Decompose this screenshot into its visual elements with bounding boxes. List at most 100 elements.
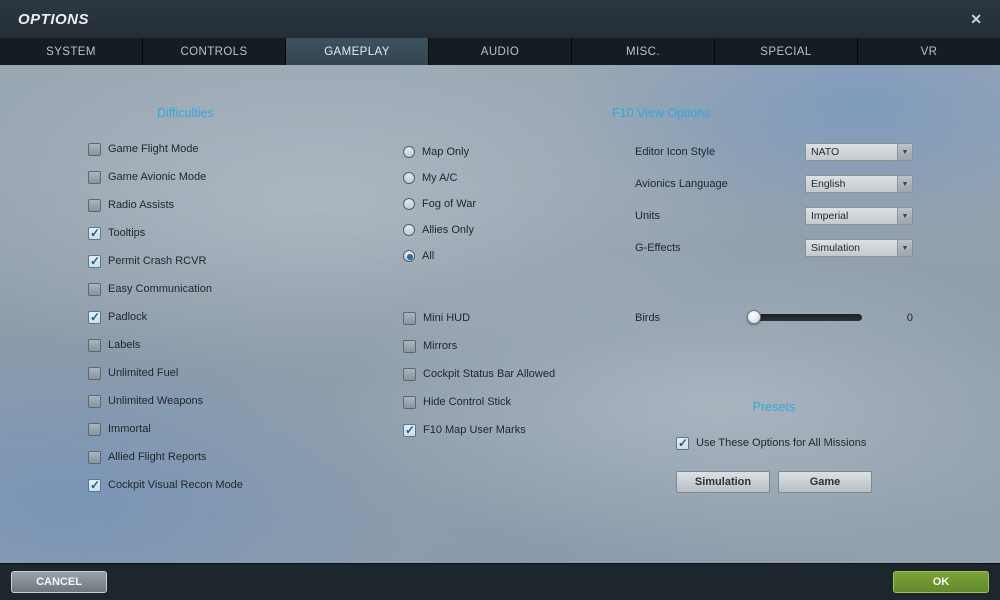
dropdown-label: Editor Icon Style bbox=[635, 146, 716, 158]
checkbox-game-avionic-mode[interactable]: Game Avionic Mode bbox=[88, 163, 243, 191]
checkbox-game-flight-mode[interactable]: Game Flight Mode bbox=[88, 135, 243, 163]
checkbox-permit-crash-rcvr[interactable]: Permit Crash RCVR bbox=[88, 247, 243, 275]
checkbox-label: Labels bbox=[108, 339, 141, 351]
tab-audio[interactable]: AUDIO bbox=[429, 38, 572, 65]
birds-slider[interactable] bbox=[747, 310, 862, 324]
f10-dropdown-list: Editor Icon Style NATO ▼ Avionics Langua… bbox=[635, 136, 913, 264]
preset-buttons: Simulation Game bbox=[676, 471, 872, 493]
radio-icon bbox=[403, 250, 415, 262]
checkbox-label: Radio Assists bbox=[108, 199, 175, 211]
title-bar: OPTIONS ✕ bbox=[0, 0, 1000, 38]
slider-knob[interactable] bbox=[747, 310, 761, 324]
checkbox-mirrors[interactable]: Mirrors bbox=[403, 332, 555, 360]
close-icon[interactable]: ✕ bbox=[970, 12, 982, 26]
checkbox-icon bbox=[88, 198, 101, 212]
radio-label: My A/C bbox=[422, 172, 458, 184]
chevron-down-icon[interactable]: ▼ bbox=[897, 208, 912, 224]
radio-fog-of-war[interactable]: Fog of War bbox=[403, 191, 476, 217]
checkbox-cockpit-visual-recon-mode[interactable]: Cockpit Visual Recon Mode bbox=[88, 471, 243, 499]
radio-allies-only[interactable]: Allies Only bbox=[403, 217, 476, 243]
cancel-button[interactable]: CANCEL bbox=[11, 571, 107, 593]
dropdown-value: Simulation bbox=[811, 242, 861, 254]
checkbox-label: Mini HUD bbox=[423, 312, 471, 324]
checkbox-easy-communication[interactable]: Easy Communication bbox=[88, 275, 243, 303]
checkbox-label: Unlimited Weapons bbox=[108, 395, 204, 407]
checkbox-label: Game Flight Mode bbox=[108, 143, 199, 155]
checkbox-immortal[interactable]: Immortal bbox=[88, 415, 243, 443]
radio-icon bbox=[403, 198, 415, 210]
checkbox-hide-control-stick[interactable]: Hide Control Stick bbox=[403, 388, 555, 416]
ok-button[interactable]: OK bbox=[893, 571, 989, 593]
view-checkbox-list: Mini HUD Mirrors Cockpit Status Bar Allo… bbox=[403, 304, 555, 444]
g-effects-select[interactable]: Simulation ▼ bbox=[805, 239, 913, 257]
checkbox-label: Game Avionic Mode bbox=[108, 171, 207, 183]
checkbox-padlock[interactable]: Padlock bbox=[88, 303, 243, 331]
checkbox-icon bbox=[676, 436, 689, 450]
checkbox-unlimited-fuel[interactable]: Unlimited Fuel bbox=[88, 359, 243, 387]
checkbox-icon bbox=[88, 226, 101, 240]
units-select[interactable]: Imperial ▼ bbox=[805, 207, 913, 225]
checkbox-label: Permit Crash RCVR bbox=[108, 255, 207, 267]
dropdown-value: English bbox=[811, 178, 846, 190]
checkbox-f10-map-user-marks[interactable]: F10 Map User Marks bbox=[403, 416, 555, 444]
options-window: OPTIONS ✕ SYSTEM CONTROLS GAMEPLAY AUDIO… bbox=[0, 0, 1000, 600]
checkbox-icon bbox=[88, 450, 101, 464]
difficulties-list: Game Flight Mode Game Avionic Mode Radio… bbox=[88, 135, 243, 499]
checkbox-icon bbox=[88, 478, 101, 492]
checkbox-unlimited-weapons[interactable]: Unlimited Weapons bbox=[88, 387, 243, 415]
birds-row: Birds 0 bbox=[635, 310, 913, 324]
checkbox-use-these-options-for-all-missions[interactable]: Use These Options for All Missions bbox=[676, 429, 866, 457]
tab-special[interactable]: SPECIAL bbox=[715, 38, 858, 65]
tab-vr[interactable]: VR bbox=[858, 38, 1000, 65]
checkbox-labels[interactable]: Labels bbox=[88, 331, 243, 359]
checkbox-label: Padlock bbox=[108, 311, 148, 323]
checkbox-icon bbox=[88, 142, 101, 156]
checkbox-radio-assists[interactable]: Radio Assists bbox=[88, 191, 243, 219]
tab-gameplay[interactable]: GAMEPLAY bbox=[286, 38, 429, 65]
game-preset-button[interactable]: Game bbox=[778, 471, 872, 493]
checkbox-icon bbox=[403, 311, 416, 325]
gameplay-panel: Difficulties F10 View Options Presets Ga… bbox=[0, 65, 1000, 563]
f10-view-options-header: F10 View Options bbox=[612, 106, 711, 120]
checkbox-icon bbox=[88, 170, 101, 184]
footer-bar: CANCEL OK bbox=[0, 563, 1000, 600]
radio-label: Map Only bbox=[422, 146, 470, 158]
checkbox-allied-flight-reports[interactable]: Allied Flight Reports bbox=[88, 443, 243, 471]
checkbox-label: Cockpit Status Bar Allowed bbox=[423, 368, 556, 380]
chevron-down-icon[interactable]: ▼ bbox=[897, 176, 912, 192]
checkbox-label: Cockpit Visual Recon Mode bbox=[108, 479, 243, 491]
chevron-down-icon[interactable]: ▼ bbox=[897, 240, 912, 256]
tab-misc[interactable]: MISC. bbox=[572, 38, 715, 65]
checkbox-icon bbox=[88, 394, 101, 408]
radio-icon bbox=[403, 172, 415, 184]
tab-controls[interactable]: CONTROLS bbox=[143, 38, 286, 65]
checkbox-label: Hide Control Stick bbox=[423, 396, 512, 408]
tab-system[interactable]: SYSTEM bbox=[0, 38, 143, 65]
checkbox-icon bbox=[88, 422, 101, 436]
dropdown-row-avionics-language: Avionics Language English ▼ bbox=[635, 168, 913, 200]
checkbox-icon bbox=[403, 367, 416, 381]
checkbox-icon bbox=[88, 366, 101, 380]
avionics-language-select[interactable]: English ▼ bbox=[805, 175, 913, 193]
radio-map-only[interactable]: Map Only bbox=[403, 139, 476, 165]
radio-all[interactable]: All bbox=[403, 243, 476, 269]
chevron-down-icon[interactable]: ▼ bbox=[897, 144, 912, 160]
radio-icon bbox=[403, 146, 415, 158]
checkbox-icon bbox=[88, 254, 101, 268]
dropdown-value: NATO bbox=[811, 146, 840, 158]
checkbox-tooltips[interactable]: Tooltips bbox=[88, 219, 243, 247]
checkbox-label: Mirrors bbox=[423, 340, 458, 352]
dropdown-label: Avionics Language bbox=[635, 178, 728, 190]
checkbox-icon bbox=[88, 338, 101, 352]
presets-header: Presets bbox=[752, 400, 796, 414]
checkbox-label: Unlimited Fuel bbox=[108, 367, 179, 379]
simulation-preset-button[interactable]: Simulation bbox=[676, 471, 770, 493]
checkbox-mini-hud[interactable]: Mini HUD bbox=[403, 304, 555, 332]
window-title: OPTIONS bbox=[18, 10, 90, 28]
radio-my-ac[interactable]: My A/C bbox=[403, 165, 476, 191]
checkbox-label: Allied Flight Reports bbox=[108, 451, 207, 463]
birds-value: 0 bbox=[906, 311, 913, 324]
checkbox-cockpit-status-bar-allowed[interactable]: Cockpit Status Bar Allowed bbox=[403, 360, 555, 388]
editor-icon-style-select[interactable]: NATO ▼ bbox=[805, 143, 913, 161]
dropdown-label: Units bbox=[635, 210, 661, 222]
